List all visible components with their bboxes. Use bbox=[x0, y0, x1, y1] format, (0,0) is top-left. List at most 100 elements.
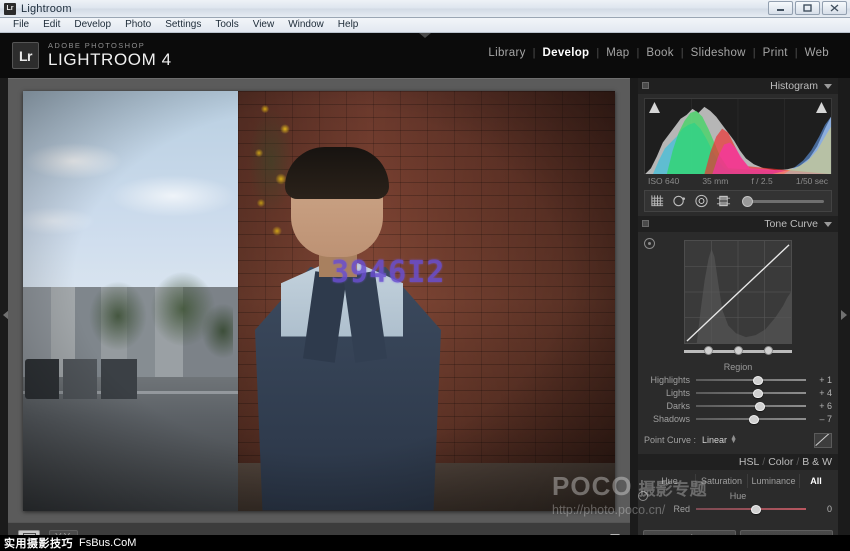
module-map[interactable]: Map bbox=[599, 47, 636, 59]
menu-item-develop[interactable]: Develop bbox=[67, 18, 118, 32]
slider-value: + 4 bbox=[806, 388, 832, 398]
slider-shadows[interactable]: Shadows – 7 bbox=[644, 413, 832, 425]
slider-highlights[interactable]: Highlights + 1 bbox=[644, 374, 832, 386]
tone-curve-range-splits[interactable] bbox=[684, 346, 792, 357]
identity-plate: Lr ADOBE PHOTOSHOP LIGHTROOM 4 bbox=[12, 42, 172, 69]
photo-subject-hair bbox=[285, 147, 389, 199]
histogram-canvas bbox=[645, 99, 831, 174]
slider-handle[interactable] bbox=[753, 389, 763, 398]
slider-red-hue[interactable]: Red 0 bbox=[644, 503, 832, 515]
menu-item-settings[interactable]: Settings bbox=[158, 18, 208, 32]
crop-overlay-icon[interactable] bbox=[650, 194, 665, 208]
red-eye-icon[interactable] bbox=[694, 194, 709, 208]
slider-track[interactable] bbox=[696, 414, 806, 425]
right-panel-toggle[interactable] bbox=[838, 78, 850, 551]
window-controls bbox=[768, 1, 847, 15]
curve-edit-icon[interactable] bbox=[814, 433, 832, 448]
hsl-title-color[interactable]: Color bbox=[768, 456, 793, 468]
lr-badge-icon: Lr bbox=[12, 42, 39, 69]
point-curve-value[interactable]: Linear bbox=[702, 435, 727, 445]
histogram-panel-header[interactable]: Histogram bbox=[638, 78, 838, 94]
point-curve-row: Point Curve : Linear ▲▼ bbox=[644, 431, 832, 449]
chevron-down-icon[interactable] bbox=[824, 222, 832, 227]
module-web[interactable]: Web bbox=[798, 47, 836, 59]
identity-title: LIGHTROOM 4 bbox=[48, 51, 172, 69]
exif-focal-length: 35 mm bbox=[702, 176, 728, 186]
spot-removal-icon[interactable] bbox=[672, 194, 687, 208]
slider-value: + 1 bbox=[806, 375, 832, 385]
exif-shutter-speed: 1/50 sec bbox=[796, 176, 828, 186]
highlight-split-handle[interactable] bbox=[764, 346, 773, 355]
slider-lights[interactable]: Lights + 4 bbox=[644, 387, 832, 399]
statusbar-en-text: FsBus.CoM bbox=[79, 537, 136, 549]
tone-curve-title: Tone Curve bbox=[764, 218, 818, 230]
tone-curve-panel-header[interactable]: Tone Curve bbox=[638, 216, 838, 232]
target-adjust-icon[interactable] bbox=[644, 238, 655, 249]
module-slideshow[interactable]: Slideshow bbox=[684, 47, 753, 59]
hsl-panel-header[interactable]: HSL / Color / B & W bbox=[638, 454, 838, 470]
lightroom-topbar: Lr ADOBE PHOTOSHOP LIGHTROOM 4 Library |… bbox=[0, 33, 850, 78]
hsl-tabs: Hue Saturation Luminance All bbox=[644, 474, 832, 488]
photo[interactable]: 3946I2 bbox=[23, 91, 615, 511]
menu-item-view[interactable]: View bbox=[246, 18, 282, 32]
slider-handle[interactable] bbox=[753, 376, 763, 385]
minimize-button[interactable] bbox=[768, 1, 793, 15]
panel-switch-icon[interactable] bbox=[642, 82, 649, 89]
photo-clouds bbox=[23, 121, 238, 251]
module-picker: Library | Develop | Map | Book | Slidesh… bbox=[481, 47, 836, 59]
close-button[interactable] bbox=[822, 1, 847, 15]
exif-info: ISO 640 35 mm f / 2.5 1/50 sec bbox=[644, 174, 832, 189]
slider-handle[interactable] bbox=[751, 505, 761, 514]
slider-label: Darks bbox=[644, 401, 696, 411]
slider-track[interactable] bbox=[696, 375, 806, 386]
hsl-tab-all[interactable]: All bbox=[800, 474, 832, 488]
hsl-title-bw[interactable]: B & W bbox=[802, 456, 832, 468]
shadow-split-handle[interactable] bbox=[704, 346, 713, 355]
hsl-tab-saturation[interactable]: Saturation bbox=[696, 474, 748, 488]
tone-curve-body: Region Highlights + 1 Lights + 4 bbox=[638, 232, 838, 449]
slider-track[interactable] bbox=[696, 504, 806, 515]
module-library[interactable]: Library bbox=[481, 47, 532, 59]
right-panel: Histogram bbox=[638, 78, 838, 551]
chevron-updown-icon[interactable]: ▲▼ bbox=[730, 436, 737, 444]
module-develop[interactable]: Develop bbox=[536, 47, 597, 59]
panel-switch-icon[interactable] bbox=[642, 220, 649, 227]
menu-item-edit[interactable]: Edit bbox=[36, 18, 67, 32]
menu-item-file[interactable]: File bbox=[6, 18, 36, 32]
histogram-title: Histogram bbox=[770, 80, 818, 92]
photo-cars bbox=[25, 359, 145, 399]
target-adjust-icon[interactable] bbox=[638, 491, 648, 501]
tone-curve-graph[interactable] bbox=[684, 240, 792, 344]
slider-darks[interactable]: Darks + 6 bbox=[644, 400, 832, 412]
menu-item-tools[interactable]: Tools bbox=[208, 18, 245, 32]
identity-subtitle: ADOBE PHOTOSHOP bbox=[48, 42, 172, 50]
module-book[interactable]: Book bbox=[639, 47, 680, 59]
graduated-filter-icon[interactable] bbox=[716, 194, 731, 208]
adjustment-brush-size-slider[interactable] bbox=[742, 196, 826, 206]
hsl-tab-hue[interactable]: Hue bbox=[644, 474, 696, 488]
statusbar: 实用摄影技巧 FsBus.CoM bbox=[0, 535, 850, 551]
menu-item-help[interactable]: Help bbox=[331, 18, 366, 32]
maximize-button[interactable] bbox=[795, 1, 820, 15]
slider-track[interactable] bbox=[696, 401, 806, 412]
slider-track[interactable] bbox=[696, 388, 806, 399]
slider-label: Highlights bbox=[644, 375, 696, 385]
region-label: Region bbox=[638, 362, 838, 372]
slider-handle[interactable] bbox=[755, 402, 765, 411]
menu-item-photo[interactable]: Photo bbox=[118, 18, 158, 32]
window-title: Lightroom bbox=[21, 3, 72, 15]
hsl-title-hsl[interactable]: HSL bbox=[739, 456, 759, 468]
watermark-code: 3946I2 bbox=[331, 255, 445, 290]
chevron-down-icon[interactable] bbox=[824, 84, 832, 89]
adjustment-brush-icon[interactable] bbox=[742, 196, 753, 207]
slider-handle[interactable] bbox=[749, 415, 759, 424]
hsl-tab-luminance[interactable]: Luminance bbox=[748, 474, 800, 488]
histogram-graph[interactable] bbox=[644, 98, 832, 174]
slider-label: Lights bbox=[644, 388, 696, 398]
top-panel-toggle[interactable] bbox=[419, 33, 431, 38]
menu-item-window[interactable]: Window bbox=[281, 18, 331, 32]
track-bar bbox=[696, 379, 806, 381]
midtone-split-handle[interactable] bbox=[734, 346, 743, 355]
loupe-view[interactable]: 3946I2 bbox=[8, 79, 630, 522]
module-print[interactable]: Print bbox=[756, 47, 795, 59]
